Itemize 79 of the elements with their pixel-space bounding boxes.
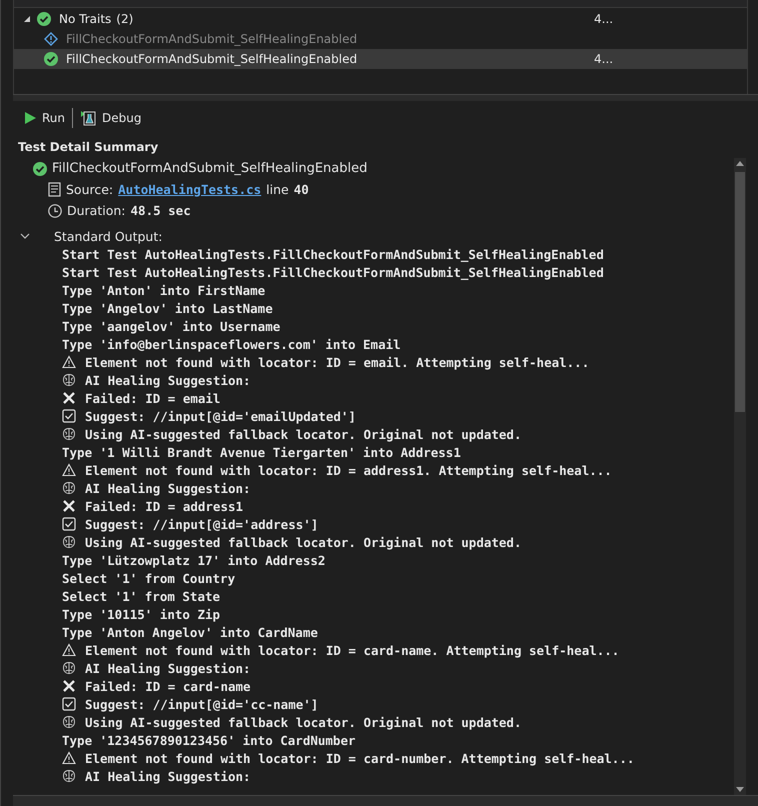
output-line: Type 'info@berlinspaceflowers.com' into Email [62,336,401,352]
source-label: Source: [66,182,114,197]
output-line: Start Test AutoHealingTests.FillCheckoutFormAndSubmit_SelfHealingEnabled [62,246,604,262]
output-line: Element not found with locator: ID = address1. Attempting self-heal... [85,462,612,478]
brain-icon [62,427,76,441]
checkbox-icon [62,517,76,531]
output-line: Type 'Lützowplatz 17' into Address2 [62,552,326,568]
source-link[interactable]: AutoHealingTests.cs [118,182,262,197]
brain-icon [62,481,76,495]
output-line: Type '1234567890123456' into CardNumber [62,732,356,748]
test-name: FillCheckoutFormAndSubmit_SelfHealingEnabled [66,32,358,46]
chevron-icon[interactable] [20,232,30,240]
duration-label: Duration: [67,203,126,218]
output-line: Type '1 Willi Brandt Avenue Tiergarten' into Address1 [62,444,461,460]
output-line: Element not found with locator: ID = card-number. Attempting self-heal... [85,750,634,766]
output-line: Select '1' from State [62,588,220,604]
output-line: Element not found with locator: ID = email. Attempting self-heal... [85,354,590,370]
scroll-down-icon[interactable] [736,787,744,792]
output-line: Using AI-suggested fallback locator. Original not updated. [85,714,522,730]
output-line: Start Test AutoHealingTests.FillCheckoutFormAndSubmit_SelfHealingEnabled [62,264,604,280]
document-icon [48,182,61,197]
warning-icon [62,751,76,765]
output-line: Failed: ID = card-name [85,678,251,694]
cross-icon [62,499,76,513]
output-line: AI Healing Suggestion: [85,660,251,676]
checkbox-icon [62,409,76,423]
run-button[interactable]: Run [22,109,68,127]
test-name: FillCheckoutFormAndSubmit_SelfHealingEnabled [66,52,358,66]
output-line: Suggest: //input[@id='address'] [85,516,318,532]
scroll-thumb[interactable] [735,172,745,412]
passed-icon [44,52,58,66]
flask-icon [80,110,96,126]
test-row[interactable]: FillCheckoutFormAndSubmit_SelfHealingEnabled 4... [14,49,747,69]
brain-icon [62,769,76,783]
warning-icon [62,463,76,477]
output-line: Select '1' from Country [62,570,236,586]
clock-icon [48,204,62,218]
output-line: AI Healing Suggestion: [85,480,251,496]
cross-icon [62,679,76,693]
brain-icon [62,715,76,729]
brain-icon [62,373,76,387]
duration-value: 48.5 sec [130,203,191,218]
output-line: Type 'Anton Angelov' into CardName [62,624,318,640]
passed-icon [37,12,51,26]
output-line: Type 'Anton' into FirstName [62,282,266,298]
output-line: AI Healing Suggestion: [85,372,251,388]
group-label[interactable]: No Traits [59,12,112,26]
output-line: Type 'Angelov' into LastName [62,300,273,316]
duration-cell: 4... [594,12,614,26]
duration-cell: 4... [594,52,614,66]
warning-icon [62,355,76,369]
output-line: Failed: ID = email [85,390,220,406]
checkbox-icon [62,697,76,711]
output-line: Suggest: //input[@id='emailUpdated'] [85,408,356,424]
group-count: (2) [116,12,134,26]
summary-title: Test Detail Summary [17,140,160,154]
expand-icon[interactable] [23,15,33,23]
debug-button[interactable]: Debug [77,108,144,128]
output-label: Standard Output: [54,228,162,244]
output-line: Element not found with locator: ID = card-name. Attempting self-heal... [85,642,620,658]
output-line: Using AI-suggested fallback locator. Original not updated. [85,426,522,442]
play-icon [25,112,36,124]
brain-icon [62,661,76,675]
brain-icon [62,535,76,549]
output-line: Type '10115' into Zip [62,606,220,622]
warning-icon [44,32,58,46]
output-line: Type 'aangelov' into Username [62,318,280,334]
line-label: line [266,182,289,197]
output-line: AI Healing Suggestion: [85,768,251,784]
line-number: 40 [294,182,309,197]
output-line: Using AI-suggested fallback locator. Original not updated. [85,534,522,550]
test-name: FillCheckoutFormAndSubmit_SelfHealingEnabled [52,161,368,176]
cross-icon [62,391,76,405]
output-line: Failed: ID = address1 [85,498,244,514]
scroll-up-icon[interactable] [736,161,744,166]
passed-icon [33,162,47,176]
output-line: Suggest: //input[@id='cc-name'] [85,696,318,712]
warning-icon [62,643,76,657]
scrollbar[interactable] [734,158,746,795]
